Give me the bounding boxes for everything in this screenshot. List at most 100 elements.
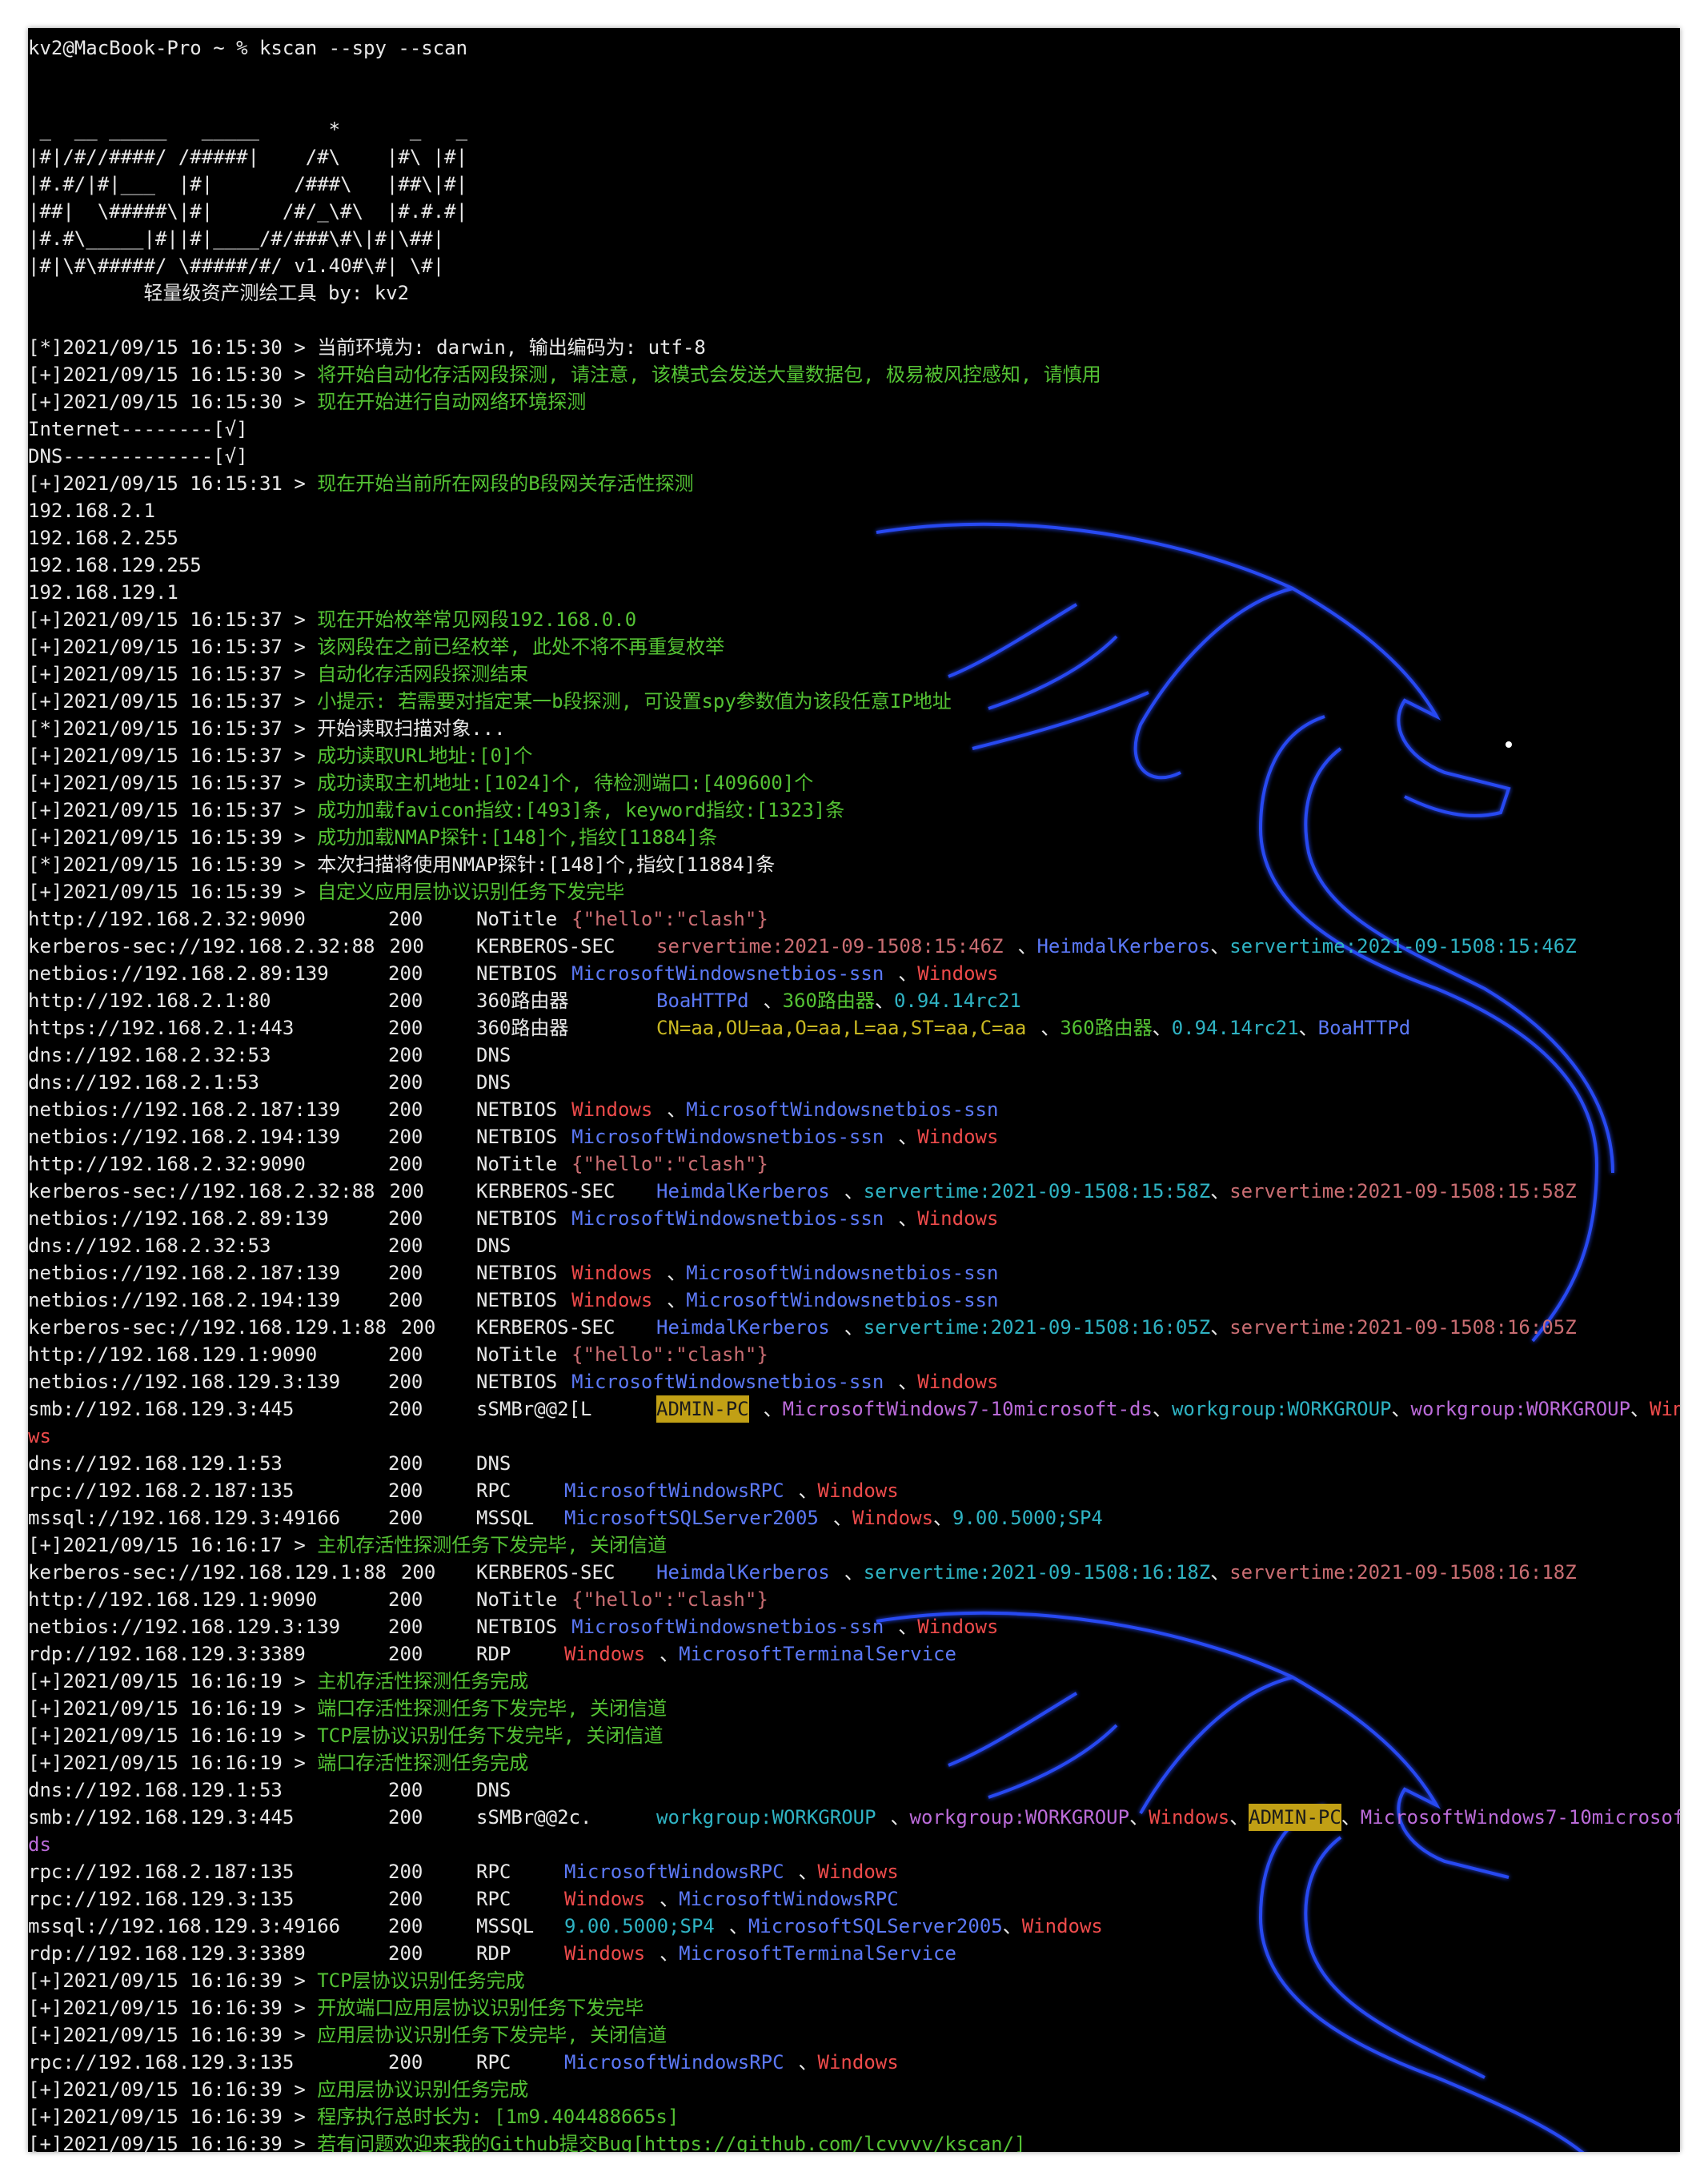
terminal-text-segment: servertime:2021-09-1508:16:18Z [863, 1561, 1211, 1584]
terminal-text-segment: kv2@MacBook-Pro ~ % kscan --spy --scan [28, 37, 468, 59]
terminal-text-segment: NETBIOS [476, 1262, 558, 1284]
terminal-text-segment: NETBIOS [476, 1098, 558, 1121]
terminal-line: [+]2021/09/15 16:16:19 > 端口存活性探测任务完成 [28, 1749, 1680, 1777]
terminal-line: kerberos-sec://192.168.2.32:88 200 KERBERO… [28, 933, 1680, 960]
terminal-text-segment: 现在开始进行自动网络环境探测 [317, 391, 587, 413]
terminal-window[interactable]: kv2@MacBook-Pro ~ % kscan --spy --scan _… [28, 28, 1680, 2152]
terminal-text-segment: MSSQL [476, 1507, 535, 1529]
terminal-text-segment: Internet--------[√] [28, 418, 248, 440]
terminal-text-segment: 200 [400, 1561, 436, 1584]
terminal-text-segment: netbios://192.168.2.187:139 [28, 1098, 341, 1121]
terminal-text-segment: [+]2021/09/15 16:15:37 > [28, 636, 318, 658]
terminal-text-segment: 9.00.5000;SP4 [564, 1915, 715, 1937]
terminal-text-segment: 192.168.2.1 [28, 500, 155, 522]
terminal-line: DNS-------------[√] [28, 443, 1680, 470]
terminal-text-segment: http://192.168.2.1:80 [28, 990, 271, 1012]
terminal-line: [*]2021/09/15 16:15:30 > 当前环境为: darwin, … [28, 334, 1680, 361]
terminal-text-segment: 360路由器 [1060, 1017, 1153, 1039]
terminal-text-segment: 将开始自动化存活网段探测, 请注意, 该模式会发送大量数据包, 极易被风控感知,… [317, 363, 1101, 386]
terminal-text-segment: dns://192.168.2.1:53 [28, 1071, 259, 1094]
terminal-text-segment: 、 [1017, 935, 1037, 958]
terminal-text-segment: 、 [1391, 1398, 1411, 1420]
terminal-text-segment: 现在开始当前所在网段的B段网关存活性探测 [317, 472, 694, 495]
terminal-text-segment: 0.94.14rc21 [893, 990, 1021, 1012]
terminal-text-segment: ADMIN-PC [1249, 1804, 1341, 1831]
terminal-text-segment: MicrosoftWindowsnetbios-ssn [571, 1616, 884, 1638]
terminal-text-segment: NoTitle [476, 1153, 558, 1175]
terminal-line: [+]2021/09/15 16:15:37 > 成功读取URL地址:[0]个 [28, 742, 1680, 769]
terminal-text-segment: MicrosoftWindowsnetbios-ssn [571, 1371, 884, 1393]
terminal-text-segment: |#.#\_____|#||#|____/#/###\#\|#|\##| [28, 227, 445, 250]
terminal-text-segment: 200 [388, 1289, 423, 1311]
terminal-text-segment: 200 [388, 1479, 423, 1502]
terminal-text-segment: 若有问题欢迎来我的Github提交Bug[https://github.com/… [317, 2133, 1026, 2152]
terminal-text-segment: Windows [917, 1207, 999, 1230]
terminal-line: [+]2021/09/15 16:16:17 > 主机存活性探测任务下发完毕, … [28, 1532, 1680, 1559]
terminal-text-segment: 192.168.129.255 [28, 554, 202, 576]
terminal-text-segment: rpc://192.168.129.3:135 [28, 1888, 295, 1910]
terminal-text-segment: 自定义应用层协议识别任务下发完毕 [317, 881, 625, 903]
terminal-line: netbios://192.168.2.89:139 200 NETBIOS Micr… [28, 960, 1680, 987]
terminal-text-segment: 、 [798, 1861, 818, 1883]
terminal-line: ws [28, 1423, 1680, 1450]
terminal-text-segment: RPC [476, 2051, 511, 2074]
terminal-line: rdp://192.168.129.3:3389 200 RDP Windows 、 Mi… [28, 1640, 1680, 1668]
terminal-text-segment: 自动化存活网段探测结束 [317, 663, 529, 685]
terminal-text-segment: 200 [389, 935, 424, 958]
terminal-text-segment: [+]2021/09/15 16:16:19 > [28, 1670, 318, 1692]
terminal-text-segment: Windows [917, 1616, 999, 1638]
terminal-text-segment: 200 [388, 1861, 423, 1883]
terminal-text-segment: 成功加载favicon指纹:[493]条, keyword指纹:[1323]条 [317, 799, 845, 821]
terminal-line: http://192.168.2.1:80 200 360路由器 BoaHTTPd、 3… [28, 987, 1680, 1014]
terminal-text-segment: KERBEROS-SEC [476, 935, 615, 958]
terminal-text-segment: [+]2021/09/15 16:16:19 > [28, 1697, 318, 1720]
terminal-text-segment: 、 [874, 990, 894, 1012]
terminal-text-segment: [*]2021/09/15 16:15:39 > [28, 853, 318, 876]
terminal-text-segment: 360路由器 [476, 990, 569, 1012]
terminal-text-segment: 9.00.5000;SP4 [952, 1507, 1103, 1529]
terminal-text-segment: 成功加载NMAP探针:[148]个,指纹[11884]条 [317, 826, 718, 849]
terminal-text-segment: netbios://192.168.2.89:139 [28, 962, 329, 985]
terminal-text-segment: 、 [898, 1616, 918, 1638]
terminal-line: netbios://192.168.129.3:139 200 NETBIOS Mic… [28, 1368, 1680, 1395]
terminal-text-segment: Windows [917, 962, 999, 985]
terminal-text-segment: kerberos-sec://192.168.2.32:88 [28, 935, 375, 958]
terminal-text-segment: MicrosoftWindows7-10microsoft- [1360, 1806, 1680, 1829]
terminal-text-segment: NETBIOS [476, 1371, 558, 1393]
terminal-text-segment: netbios://192.168.2.89:139 [28, 1207, 329, 1230]
terminal-text-segment: rpc://192.168.2.187:135 [28, 1479, 295, 1502]
terminal-text-segment: NETBIOS [476, 1289, 558, 1311]
terminal-text-segment: 、 [898, 1126, 918, 1148]
terminal-text-segment: netbios://192.168.129.3:139 [28, 1616, 341, 1638]
terminal-text-segment: RPC [476, 1888, 511, 1910]
terminal-line: [+]2021/09/15 16:15:37 > 自动化存活网段探测结束 [28, 660, 1680, 688]
terminal-text-segment: [+]2021/09/15 16:16:39 > [28, 2078, 318, 2101]
terminal-text-segment: RDP [476, 1643, 511, 1665]
terminal-text-segment: 200 [388, 1371, 423, 1393]
terminal-text-segment: 、 [1210, 935, 1230, 958]
terminal-text-segment: RDP [476, 1942, 511, 1965]
terminal-text-segment: MicrosoftWindows7-10microsoft-ds [782, 1398, 1153, 1420]
terminal-text-segment: Windows [817, 1861, 899, 1883]
terminal-text-segment: kerberos-sec://192.168.129.1:88 [28, 1561, 387, 1584]
terminal-text-segment: MicrosoftWindowsnetbios-ssn [571, 1207, 884, 1230]
terminal-line: |#|/#//####/ /#####| /#\ |#\ |#| [28, 143, 1680, 171]
terminal-text-segment: 200 [388, 908, 423, 930]
terminal-text-segment: 200 [388, 962, 423, 985]
terminal-text-segment: MicrosoftWindowsnetbios-ssn [571, 962, 884, 985]
terminal-text-segment: 、 [933, 1507, 953, 1529]
terminal-text-segment: HeimdalKerberos [656, 1316, 830, 1339]
terminal-text-segment: [+]2021/09/15 16:16:39 > [28, 2024, 318, 2046]
terminal-text-segment: HeimdalKerberos [656, 1180, 830, 1202]
terminal-text-segment: |#|\#\#####/ \#####/#/ v1.40#\#| \#| [28, 255, 445, 277]
terminal-text-segment: MicrosoftSQLServer2005 [564, 1507, 819, 1529]
terminal-text-segment: 当前环境为: darwin, 输出编码为: utf-8 [317, 336, 706, 359]
terminal-line: mssql://192.168.129.3:49166 200 MSSQL 9.00.… [28, 1913, 1680, 1940]
terminal-text-segment: http://192.168.2.32:9090 [28, 1153, 306, 1175]
terminal-text-segment: 、 [844, 1180, 864, 1202]
terminal-text-segment: BoaHTTPd [1317, 1017, 1411, 1039]
terminal-text-segment: 200 [388, 1888, 423, 1910]
terminal-text-segment: 应用层协议识别任务下发完毕, 关闭信道 [317, 2024, 668, 2046]
terminal-line: http://192.168.129.1:9090 200 NoTitle {"hel… [28, 1586, 1680, 1613]
